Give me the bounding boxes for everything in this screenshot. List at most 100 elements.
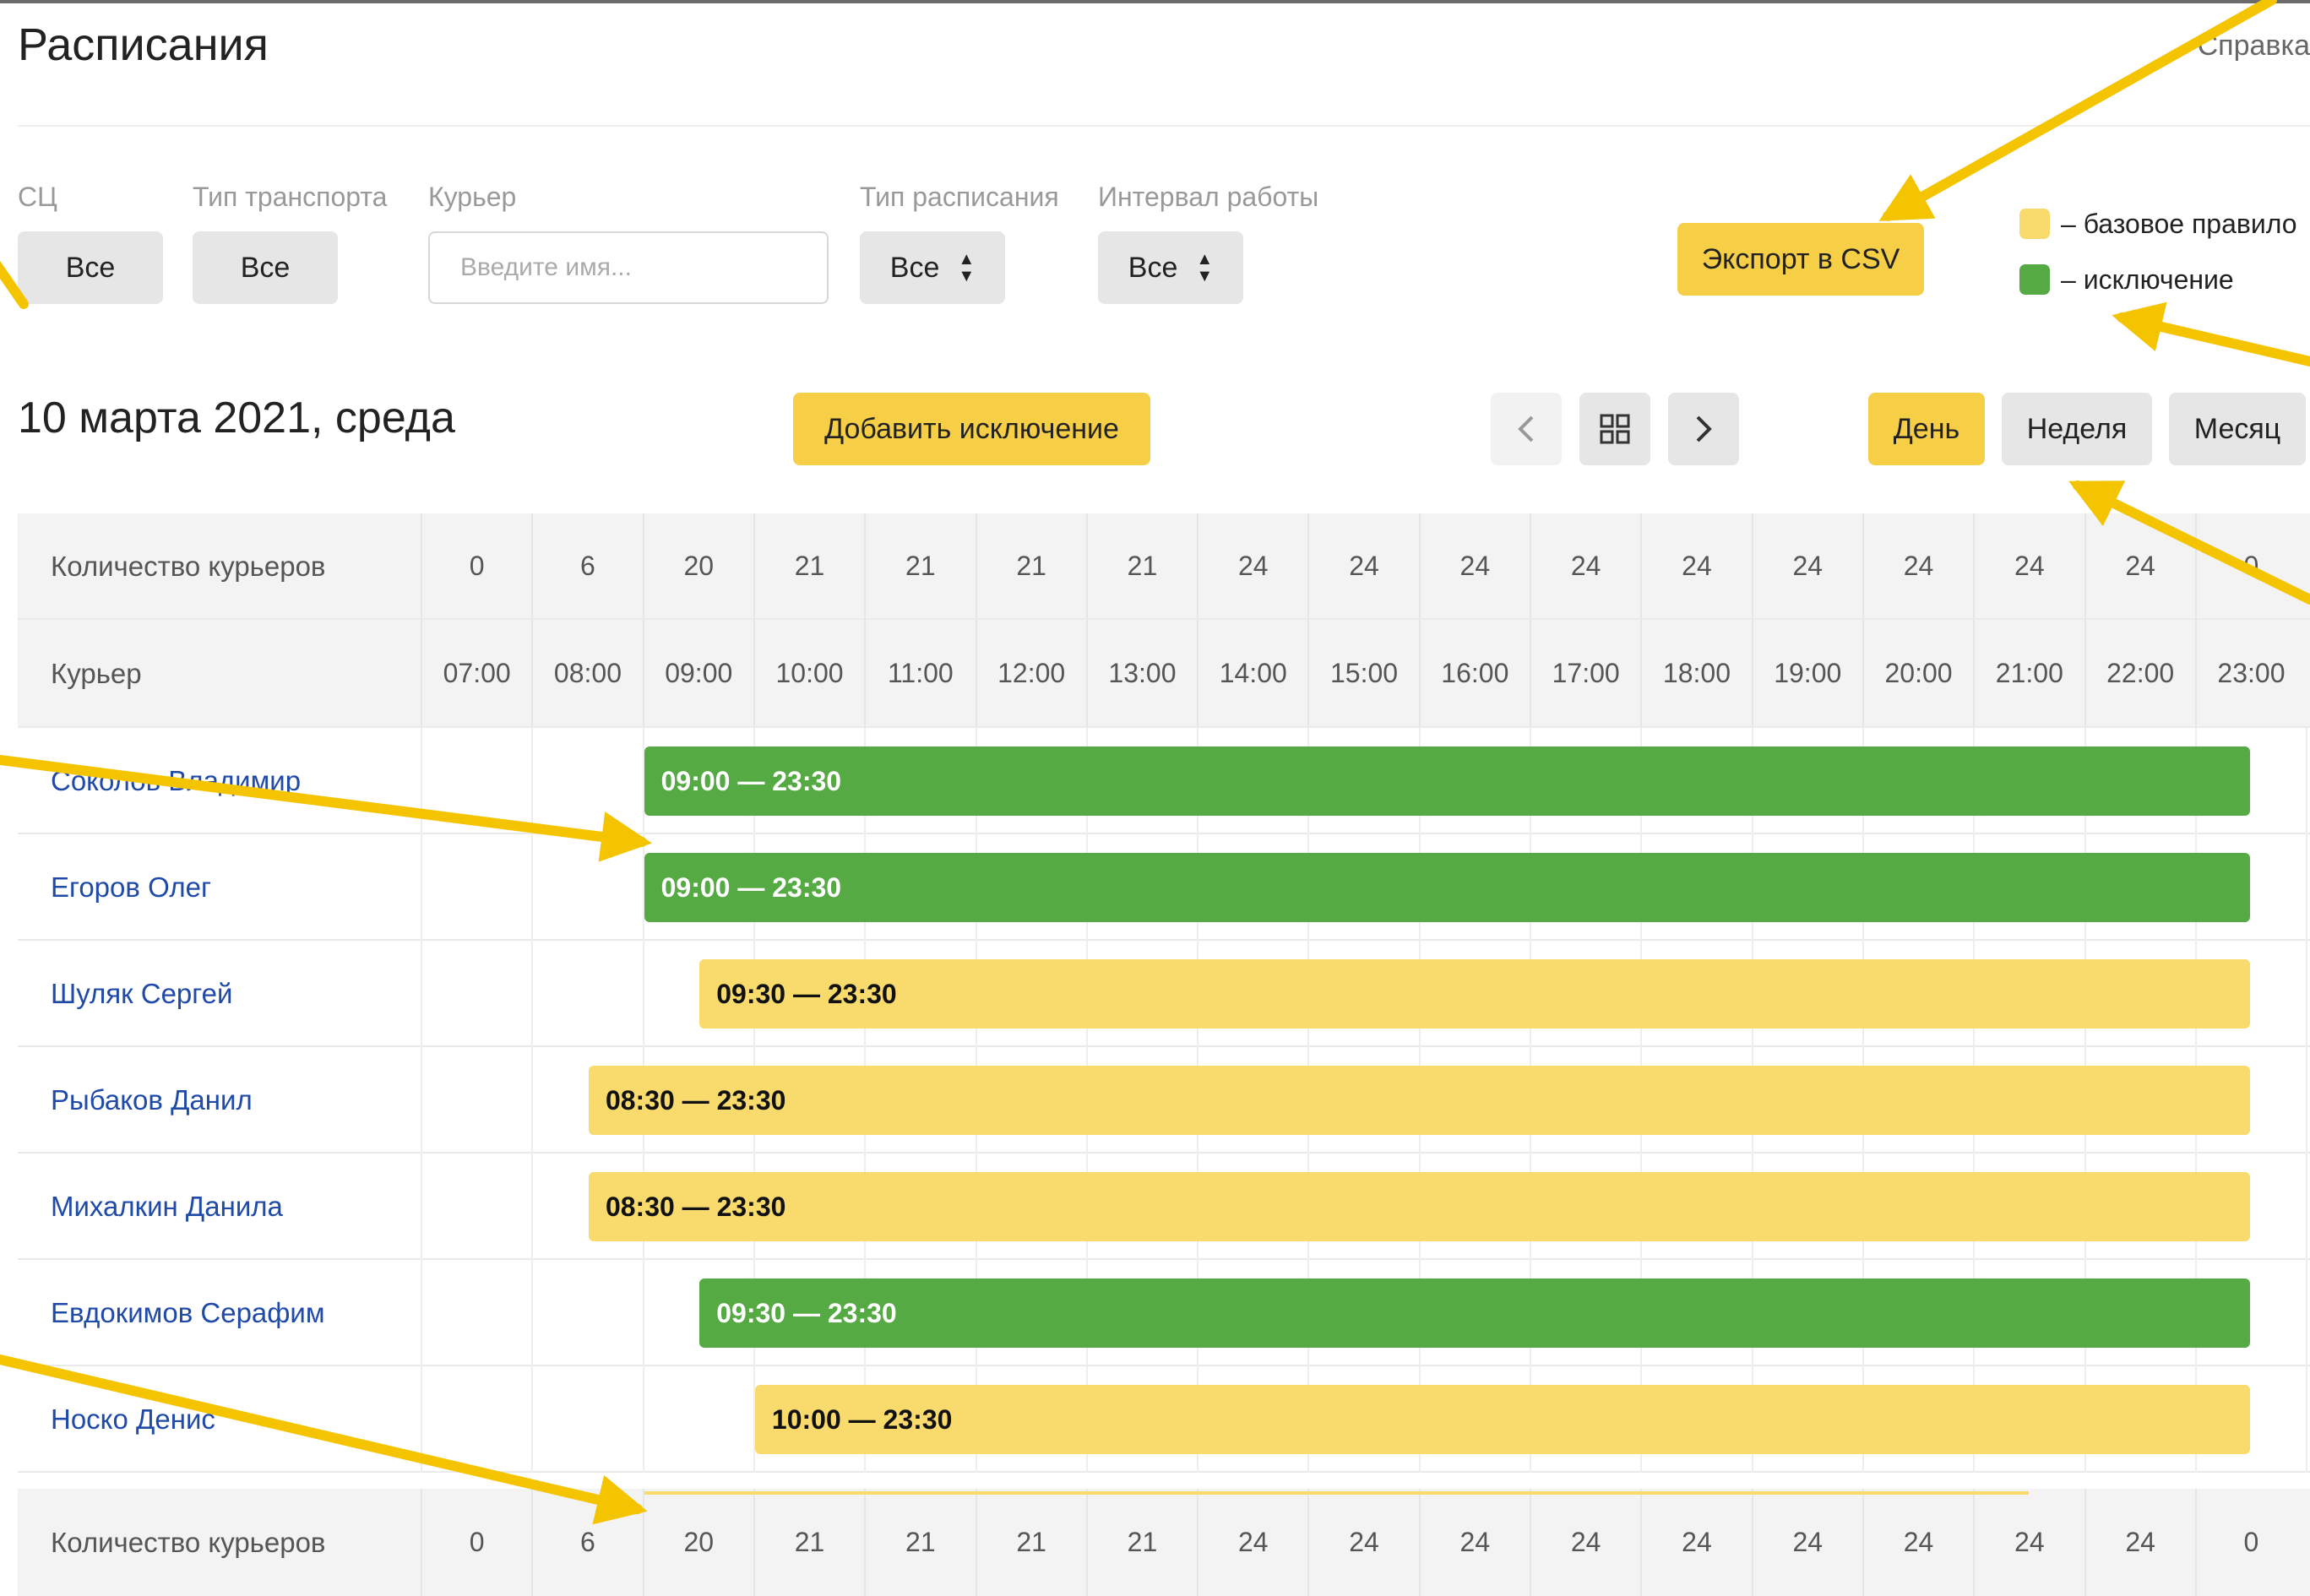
courier-count-cell: 0: [421, 513, 531, 618]
shift-bar-exception[interactable]: 09:30 — 23:30: [699, 1278, 2251, 1348]
courier-row: Егоров Олег 09:00 — 23:30: [18, 834, 2310, 941]
grid-line: [642, 941, 644, 1047]
courier-count-cell: 24: [1973, 513, 2084, 618]
courier-count-cell: 0: [421, 1489, 531, 1596]
courier-search-input[interactable]: [428, 231, 829, 304]
grid-line: [421, 941, 422, 1047]
courier-count-cell: 21: [975, 513, 1086, 618]
filter-transport-button[interactable]: Все: [193, 231, 338, 304]
courier-count-cell: 21: [864, 513, 975, 618]
filter-schedule-type-value: Все: [889, 251, 940, 284]
courier-count-cell: 21: [1085, 1489, 1197, 1596]
grid-line: [642, 1260, 644, 1366]
courier-count-cell: 24: [1307, 1489, 1418, 1596]
view-day-button[interactable]: День: [1868, 393, 1985, 465]
courier-count-cell: 20: [642, 513, 753, 618]
hour-header-cell: 20:00: [1862, 620, 1973, 726]
courier-count-cell: 24: [2084, 513, 2195, 618]
add-exception-button[interactable]: Добавить исключение: [793, 393, 1150, 465]
courier-count-cell: 24: [2084, 1489, 2195, 1596]
courier-name-link[interactable]: Евдокимов Серафим: [51, 1260, 325, 1366]
hour-header-cell: 16:00: [1418, 620, 1530, 726]
courier-count-cell: 6: [531, 513, 642, 618]
courier-count-cell: 21: [975, 1489, 1086, 1596]
grid-line: [421, 1047, 422, 1154]
chevron-right-icon: [1696, 415, 1712, 442]
hour-header-cell: 19:00: [1751, 620, 1862, 726]
grid-line: [2306, 1154, 2308, 1260]
shift-bar-base[interactable]: 09:30 — 23:30: [699, 959, 2251, 1029]
courier-row: Евдокимов Серафим 09:30 — 23:30: [18, 1260, 2310, 1366]
courier-row: Соколов Владимир 09:00 — 23:30: [18, 728, 2310, 834]
hour-header-cell: 17:00: [1530, 620, 1640, 726]
help-link[interactable]: Справка: [2198, 25, 2310, 66]
hour-header-cell: 07:00: [421, 620, 531, 726]
courier-column-header: Курьер: [51, 658, 142, 689]
courier-row: Рыбаков Данил 08:30 — 23:30: [18, 1047, 2310, 1154]
hour-header-cell: 12:00: [975, 620, 1086, 726]
shift-bar-exception[interactable]: 09:00 — 23:30: [644, 746, 2251, 816]
courier-count-cell: 21: [753, 513, 864, 618]
view-month-button[interactable]: Месяц: [2169, 393, 2306, 465]
filter-courier-label: Курьер: [428, 182, 517, 212]
hour-header-cell: 08:00: [531, 620, 642, 726]
hour-header-cell: 15:00: [1307, 620, 1418, 726]
courier-name-link[interactable]: Шуляк Сергей: [51, 941, 232, 1047]
grid-line: [421, 1260, 422, 1366]
shift-bar-base[interactable]: 08:30 — 23:30: [588, 1172, 2251, 1241]
export-csv-button[interactable]: Экспорт в CSV: [1677, 223, 1924, 296]
courier-name-link[interactable]: Рыбаков Данил: [51, 1047, 253, 1154]
shift-bar-base[interactable]: 10:00 — 23:30: [754, 1385, 2251, 1454]
courier-count-label: Количество курьеров: [51, 551, 326, 582]
grid-line: [531, 1047, 534, 1154]
grid-line: [421, 834, 422, 941]
courier-count-cell: 24: [1418, 1489, 1530, 1596]
grid-view-button[interactable]: [1579, 393, 1650, 465]
grid-line: [421, 1366, 422, 1473]
grid-line: [531, 1366, 534, 1473]
view-week-button[interactable]: Неделя: [2002, 393, 2152, 465]
grid-icon: [1600, 414, 1630, 444]
grid-line: [421, 1154, 422, 1260]
courier-name-link[interactable]: Соколов Владимир: [51, 728, 301, 834]
grid-line: [642, 1366, 644, 1473]
grid-line: [2306, 941, 2308, 1047]
annotation-arrow: [2112, 301, 2310, 366]
filter-sc-button[interactable]: Все: [18, 231, 163, 304]
courier-name-link[interactable]: Егоров Олег: [51, 834, 211, 941]
courier-count-cell: 24: [1751, 1489, 1862, 1596]
courier-count-cell: 24: [1197, 1489, 1307, 1596]
legend-base-text: – базовое правило: [2061, 209, 2297, 239]
filter-schedule-type-select[interactable]: Все ▲ ▼: [860, 231, 1005, 304]
courier-name-link[interactable]: Михалкин Данила: [51, 1154, 283, 1260]
courier-row: Шуляк Сергей 09:30 — 23:30: [18, 941, 2310, 1047]
grid-line: [2306, 1366, 2308, 1473]
courier-count-cell: 0: [2194, 1489, 2306, 1596]
courier-count-row-top: Количество курьеров 0 6 20 21 21 21 21 24 24 24 24…: [18, 513, 2310, 620]
hours-header-row: Курьер 07:00 08:00 09:00 10:00 11:00 12:00 13:…: [18, 620, 2310, 728]
next-day-button[interactable]: [1668, 393, 1739, 465]
shift-bar-exception[interactable]: 09:00 — 23:30: [644, 853, 2251, 922]
legend-exception-swatch: [2019, 264, 2050, 295]
courier-count-cell: 24: [1640, 513, 1751, 618]
grid-line: [531, 1260, 534, 1366]
shift-bar-base[interactable]: 08:30 — 23:30: [588, 1066, 2251, 1135]
select-arrows-icon: ▲ ▼: [958, 250, 976, 285]
courier-count-cell: 24: [1307, 513, 1418, 618]
courier-count-cell: 24: [1418, 513, 1530, 618]
header-divider: [18, 125, 2310, 127]
courier-count-label-bottom: Количество курьеров: [51, 1526, 326, 1558]
grid-line: [421, 728, 422, 834]
courier-count-cell: 24: [1862, 513, 1973, 618]
courier-count-cell: 24: [1862, 1489, 1973, 1596]
legend-base-swatch: [2019, 209, 2050, 239]
prev-day-button[interactable]: [1491, 393, 1562, 465]
filter-interval-select[interactable]: Все ▲ ▼: [1098, 231, 1243, 304]
select-arrows-icon: ▲ ▼: [1196, 250, 1214, 285]
grid-line: [531, 728, 534, 834]
courier-row: Носко Денис 10:00 — 23:30: [18, 1366, 2310, 1473]
courier-name-link[interactable]: Носко Денис: [51, 1366, 215, 1473]
hour-header-cell: 14:00: [1197, 620, 1307, 726]
hour-header-cell: 22:00: [2084, 620, 2195, 726]
grid-line: [2306, 1260, 2308, 1366]
